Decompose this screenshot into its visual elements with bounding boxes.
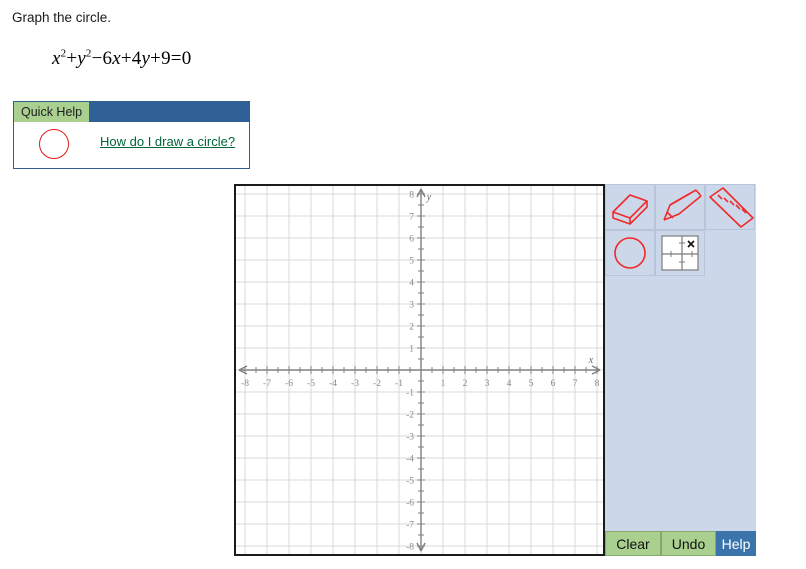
tool-plot-point[interactable] [655,230,705,276]
svg-text:2: 2 [463,379,468,389]
action-button-row: Clear Undo Help [605,531,756,556]
equation-var-x2: x [112,48,121,69]
tool-ruler[interactable] [705,184,755,230]
svg-text:8: 8 [409,191,414,201]
circle-tool-icon [614,237,646,269]
svg-text:2: 2 [409,323,414,333]
svg-text:7: 7 [573,379,578,389]
svg-text:-7: -7 [263,379,271,389]
svg-text:-5: -5 [307,379,315,389]
equation-plus-1: + [66,48,78,69]
svg-text:-7: -7 [406,521,414,531]
eraser-icon [612,194,648,225]
svg-text:6: 6 [409,235,414,245]
equation-coeff-6: 6 [102,48,113,69]
svg-text:x: x [588,355,594,366]
svg-text:8: 8 [595,379,600,389]
svg-text:3: 3 [409,301,414,311]
svg-text:-4: -4 [329,379,337,389]
svg-text:4: 4 [409,279,414,289]
help-button[interactable]: Help [716,531,756,556]
equation-coeff-4: 4 [131,48,142,69]
svg-text:7: 7 [409,213,414,223]
how-do-i-draw-a-circle-link[interactable]: How do I draw a circle? [100,134,235,149]
tool-circle[interactable] [605,230,655,276]
quick-help-tab[interactable]: Quick Help [14,102,90,122]
svg-text:1: 1 [441,379,446,389]
svg-text:-6: -6 [285,379,293,389]
tool-pencil[interactable] [655,184,705,230]
tool-palette [605,184,756,556]
svg-text:-8: -8 [406,543,414,553]
equation: x2+y2−6x+4y+9=0 [52,48,191,70]
quick-help-body: How do I draw a circle? [14,122,249,168]
page-title: Graph the circle. [12,10,112,25]
svg-text:5: 5 [409,257,414,267]
graph-canvas[interactable]: -8 -7 -6 -5 -4 -3 -2 -1 1 2 3 4 5 6 7 8 8 7 6 5 4 3 2 1 -1 -2 -3 -4… [234,184,605,556]
clear-button[interactable]: Clear [605,531,661,556]
svg-text:-6: -6 [406,499,414,509]
svg-text:5: 5 [529,379,534,389]
svg-text:6: 6 [551,379,556,389]
equation-var-y2: y [141,48,151,69]
svg-text:y: y [426,192,432,203]
svg-text:-5: -5 [406,477,414,487]
tool-eraser[interactable] [605,184,655,230]
equation-plus-3: + [150,48,162,69]
svg-text:-2: -2 [373,379,381,389]
svg-text:-1: -1 [395,379,403,389]
graph-point-icon [661,235,699,271]
undo-button[interactable]: Undo [661,531,716,556]
svg-text:1: 1 [409,345,414,355]
equation-term-y: y [77,48,86,69]
coordinate-grid[interactable]: -8 -7 -6 -5 -4 -3 -2 -1 1 2 3 4 5 6 7 8 8 7 6 5 4 3 2 1 -1 -2 -3 -4… [236,186,603,554]
quick-help-header-bar: Quick Help [14,102,249,122]
equation-equals: = [170,48,182,69]
pencil-icon [663,189,702,221]
equation-rhs: 0 [181,48,192,69]
svg-text:3: 3 [485,379,490,389]
svg-text:4: 4 [507,379,512,389]
equation-constant: 9 [161,48,171,69]
svg-text:-8: -8 [241,379,249,389]
ruler-icon [709,187,754,228]
quick-help-panel: Quick Help How do I draw a circle? [13,101,250,169]
svg-text:-2: -2 [406,411,414,421]
svg-text:-3: -3 [351,379,359,389]
equation-minus: − [91,48,103,69]
svg-text:-1: -1 [406,389,414,399]
svg-text:-4: -4 [406,455,414,465]
svg-text:-3: -3 [406,433,414,443]
equation-term-x: x [52,48,61,69]
red-circle-icon [39,129,69,159]
equation-plus-2: + [120,48,132,69]
